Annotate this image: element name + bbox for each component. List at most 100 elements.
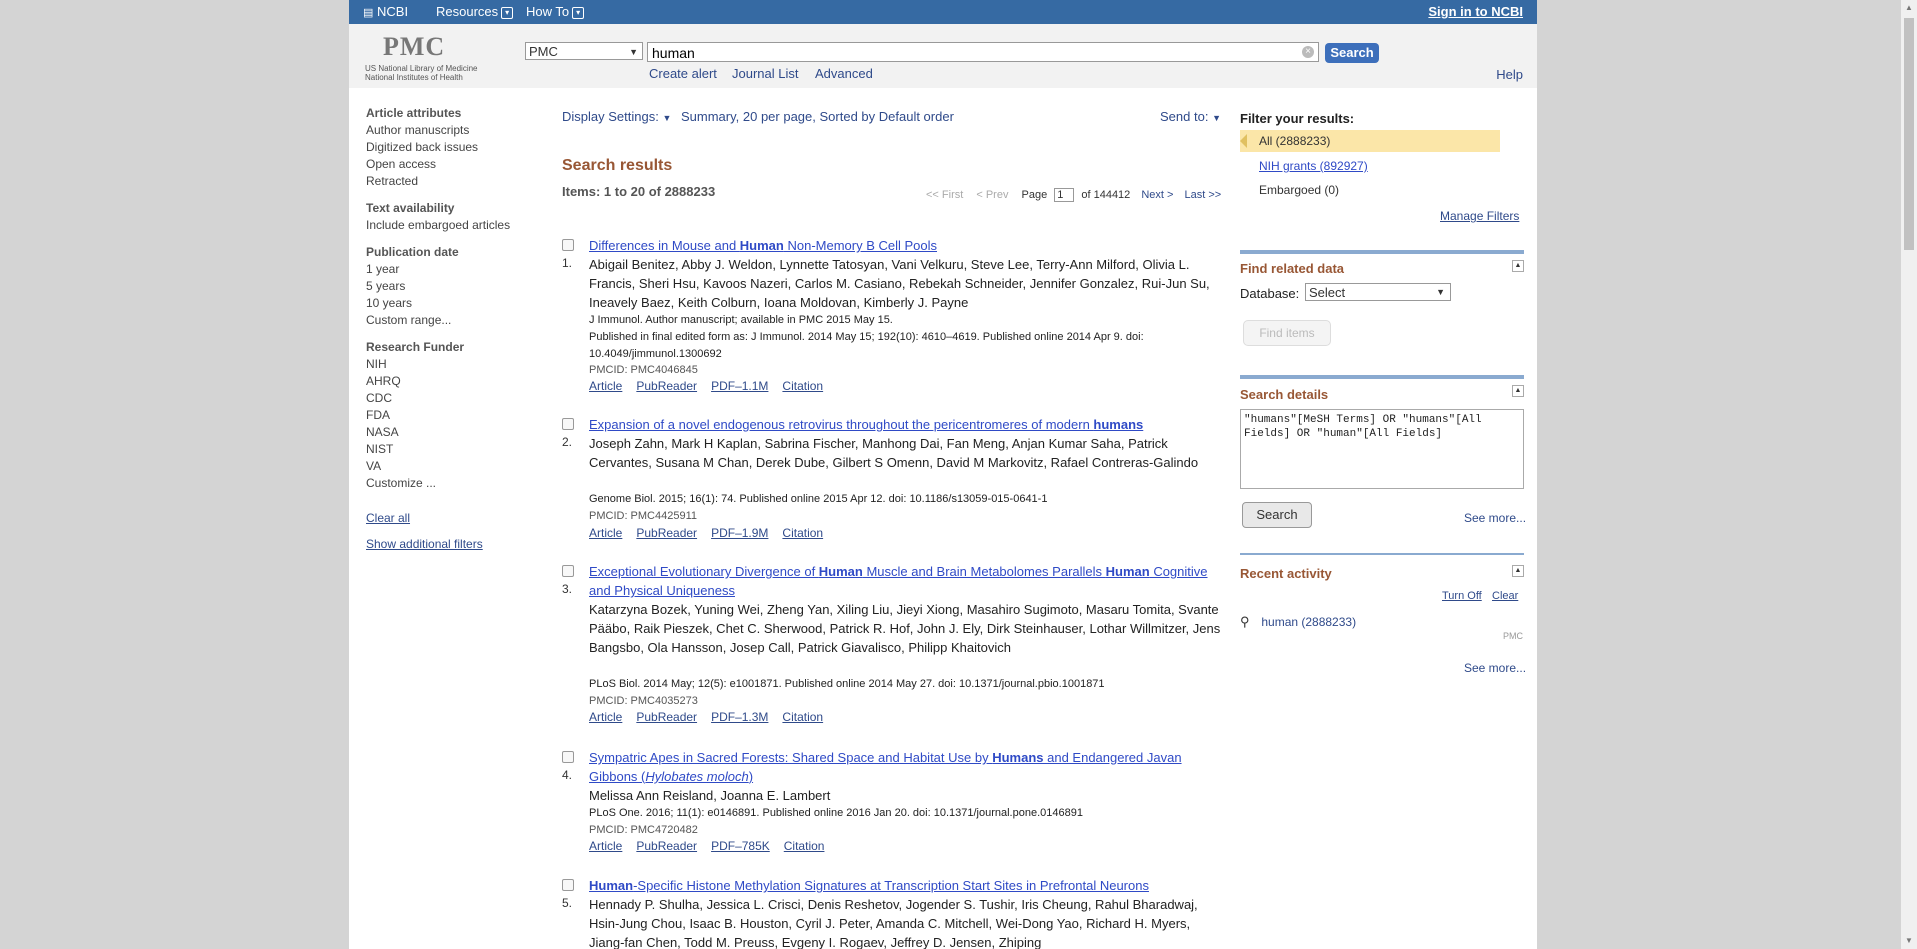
filter-1-year[interactable]: 1 year — [366, 261, 546, 278]
pager-prev: < Prev — [976, 189, 1009, 201]
citation-link[interactable]: Citation — [782, 526, 823, 540]
article-link[interactable]: Article — [589, 839, 622, 853]
article-link[interactable]: Article — [589, 526, 622, 540]
filter-embargoed[interactable]: Embargoed (0) — [1240, 179, 1500, 201]
filter-cdc[interactable]: CDC — [366, 390, 546, 407]
result-checkbox[interactable] — [562, 879, 574, 891]
filter-5-years[interactable]: 5 years — [366, 278, 546, 295]
clear-icon[interactable]: × — [1302, 46, 1314, 58]
result-links: Article PubReader PDF–1.3M Citation — [589, 710, 837, 724]
scrollbar[interactable]: ▲ ▼ — [1901, 0, 1917, 949]
result-checkbox[interactable] — [562, 751, 574, 763]
pubreader-link[interactable]: PubReader — [636, 526, 697, 540]
result-checkbox[interactable] — [562, 565, 574, 577]
see-more-link[interactable]: See more... — [1464, 661, 1526, 675]
pager-first: << First — [926, 189, 964, 201]
dropdown-arrow-icon: ▼ — [629, 47, 638, 57]
filter-retracted[interactable]: Retracted — [366, 173, 546, 190]
filter-include-embargoed[interactable]: Include embargoed articles — [366, 217, 546, 234]
citation-link[interactable]: Citation — [782, 379, 823, 393]
filter-nih[interactable]: NIH — [366, 356, 546, 373]
page-input[interactable]: 1 — [1054, 188, 1075, 202]
filter-custom-range[interactable]: Custom range... — [366, 312, 546, 329]
filter-va[interactable]: VA — [366, 458, 546, 475]
filter-nist[interactable]: NIST — [366, 441, 546, 458]
send-to-menu[interactable]: Send to: ▼ — [1160, 109, 1221, 124]
journal-list-link[interactable]: Journal List — [732, 66, 798, 81]
result-number: 2. — [562, 435, 573, 449]
sign-in-link[interactable]: Sign in to NCBI — [1428, 4, 1523, 19]
result-pmcid: PMCID: PMC4035273 — [589, 695, 698, 707]
filter-customize[interactable]: Customize ... — [366, 475, 546, 492]
search-button[interactable]: Search — [1325, 43, 1379, 63]
filter-author-manuscripts[interactable]: Author manuscripts — [366, 122, 546, 139]
collapse-icon[interactable]: ▲ — [1512, 565, 1524, 577]
clear-all-link[interactable]: Clear all — [366, 511, 546, 525]
advanced-link[interactable]: Advanced — [815, 66, 873, 81]
find-items-button[interactable]: Find items — [1243, 320, 1331, 346]
scroll-up-icon[interactable]: ▲ — [1905, 3, 1913, 12]
pubreader-link[interactable]: PubReader — [636, 839, 697, 853]
filter-nih-grants[interactable]: NIH grants (892927) — [1240, 155, 1500, 177]
pdf-link[interactable]: PDF–1.1M — [711, 379, 768, 393]
citation-link[interactable]: Citation — [784, 839, 825, 853]
result-links: Article PubReader PDF–1.9M Citation — [589, 526, 837, 540]
filter-digitized-back-issues[interactable]: Digitized back issues — [366, 139, 546, 156]
scroll-down-icon[interactable]: ▼ — [1905, 936, 1913, 945]
activity-database: PMC — [1503, 631, 1523, 641]
citation-link[interactable]: Citation — [782, 710, 823, 724]
pubreader-link[interactable]: PubReader — [636, 710, 697, 724]
filter-nasa[interactable]: NASA — [366, 424, 546, 441]
pdf-link[interactable]: PDF–1.9M — [711, 526, 768, 540]
filter-group-title: Publication date — [366, 245, 459, 259]
see-more-link[interactable]: See more... — [1464, 511, 1526, 525]
result-checkbox[interactable] — [562, 239, 574, 251]
filter-10-years[interactable]: 10 years — [366, 295, 546, 312]
result-number: 5. — [562, 896, 573, 910]
filter-group-title: Text availability — [366, 201, 455, 215]
related-database-select[interactable]: Select ▼ — [1305, 283, 1451, 301]
result-title-link[interactable]: Sympatric Apes in Sacred Forests: Shared… — [589, 748, 1229, 786]
create-alert-link[interactable]: Create alert — [649, 66, 717, 81]
ncbi-logo[interactable]: ▤ NCBI — [363, 4, 408, 19]
result-authors: Abigail Benitez, Abby J. Weldon, Lynnett… — [589, 257, 1210, 310]
details-search-button[interactable]: Search — [1242, 502, 1312, 528]
pmc-logo[interactable]: PMC — [383, 32, 445, 62]
filter-all[interactable]: All (2888233) — [1240, 130, 1500, 152]
result-checkbox[interactable] — [562, 418, 574, 430]
resources-menu[interactable]: Resources ▾ — [436, 4, 514, 19]
turn-off-link[interactable]: Turn Off — [1442, 590, 1482, 602]
result-title-link[interactable]: Exceptional Evolutionary Divergence of H… — [589, 562, 1229, 600]
help-link[interactable]: Help — [1496, 67, 1523, 82]
result-title-link[interactable]: Expansion of a novel endogenous retrovir… — [589, 415, 1229, 434]
article-link[interactable]: Article — [589, 710, 622, 724]
pdf-link[interactable]: PDF–785K — [711, 839, 770, 853]
filter-open-access[interactable]: Open access — [366, 156, 546, 173]
pager-next[interactable]: Next > — [1141, 189, 1173, 201]
search-details-textarea[interactable]: "humans"[MeSH Terms] OR "humans"[All Fie… — [1240, 409, 1524, 489]
show-additional-filters-link[interactable]: Show additional filters — [366, 537, 546, 551]
clear-activity-link[interactable]: Clear — [1492, 590, 1518, 602]
result-title-link[interactable]: Human-Specific Histone Methylation Signa… — [589, 876, 1229, 895]
recent-activity-item[interactable]: ⚲ human (2888233) — [1240, 614, 1356, 630]
collapse-icon[interactable]: ▲ — [1512, 385, 1524, 397]
scroll-thumb[interactable] — [1904, 18, 1914, 250]
filter-ahrq[interactable]: AHRQ — [366, 373, 546, 390]
howto-menu[interactable]: How To ▾ — [526, 4, 585, 19]
pdf-link[interactable]: PDF–1.3M — [711, 710, 768, 724]
search-input[interactable]: human × — [647, 42, 1319, 62]
result-authors: Melissa Ann Reisland, Joanna E. Lambert — [589, 788, 831, 803]
manage-filters-link[interactable]: Manage Filters — [1440, 209, 1519, 223]
collapse-icon[interactable]: ▲ — [1512, 260, 1524, 272]
result-title-link[interactable]: Differences in Mouse and Human Non-Memor… — [589, 236, 1229, 255]
display-settings-menu[interactable]: Display Settings: ▼ Summary, 20 per page… — [562, 109, 954, 124]
portlet-divider — [1240, 553, 1524, 555]
pager-last[interactable]: Last >> — [1185, 189, 1222, 201]
filter-fda[interactable]: FDA — [366, 407, 546, 424]
result-journal: Genome Biol. 2015; 16(1): 74. Published … — [589, 493, 1048, 505]
page-total: of 144412 — [1081, 189, 1131, 201]
result-number: 4. — [562, 768, 573, 782]
database-select[interactable]: PMC ▼ — [525, 42, 643, 60]
pubreader-link[interactable]: PubReader — [636, 379, 697, 393]
article-link[interactable]: Article — [589, 379, 622, 393]
